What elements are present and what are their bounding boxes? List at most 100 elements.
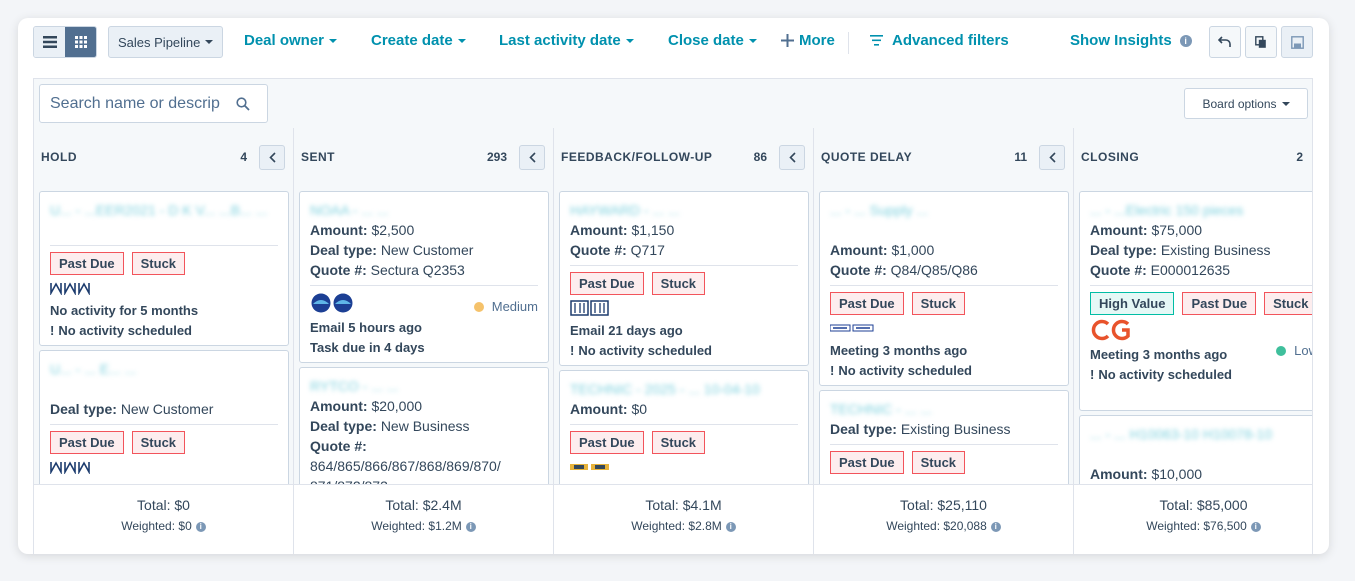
deal-type: Deal type: New Business [310,416,538,436]
quote-label: Quote #: [310,438,367,454]
tag-high-value: High Value [1090,292,1175,315]
deal-title[interactable]: TECHNIC - 2025 - ... 10-04-10 [570,379,798,399]
tag-stuck: Stuck [131,431,186,454]
info-icon[interactable]: i [1250,522,1261,532]
tag-stuck: Stuck [911,292,966,315]
filter-create-date[interactable]: Create date [371,32,466,49]
info-icon[interactable]: i [465,522,476,532]
pipeline-select[interactable]: Sales Pipeline [108,26,223,58]
undo-icon [1218,36,1231,47]
collapse-column-button[interactable] [779,145,805,170]
card-list: NOAA - ... ... Amount: $2,500 Deal type:… [299,191,549,497]
pipeline-select-label: Sales Pipeline [118,34,201,50]
amount-label: Amount: [830,242,888,258]
deal-card[interactable]: ... - ...Electric 150 pieces Amount: $75… [1079,191,1312,411]
search-input[interactable] [50,94,230,113]
column-footer: Total: $25,110 Weighted: $20,088 i [814,484,1073,554]
board-options-button[interactable]: Board options [1184,88,1308,119]
tag-list: High Value Past Due Stuck [1090,292,1312,315]
tag-stuck: Stuck [911,451,966,474]
caret-down-icon [457,38,466,43]
amount-value: $75,000 [1151,222,1203,238]
alert-icon: ! [50,323,55,338]
deal-title[interactable]: ... - ... Supply ... [830,200,1058,240]
info-icon[interactable]: i [990,522,1001,532]
search-icon[interactable] [236,96,250,111]
grid-icon [74,36,87,48]
deal-card[interactable]: RYTCO - ... ... Amount: $20,000 Deal typ… [299,367,549,497]
deal-card[interactable]: HAYWARD - ... ... Amount: $1,150 Quote #… [559,191,809,366]
board: Board options HOLD 4 U... - ...EER2021 -… [33,78,1313,554]
more-filters-button[interactable]: More [781,32,835,49]
copy-button[interactable] [1245,26,1277,58]
column-name: HOLD [41,150,77,164]
tag-stuck: Stuck [131,252,186,275]
info-icon[interactable]: i [195,522,206,532]
column-total: Total: $0 [137,497,190,513]
deal-type-label: Deal type: [1090,242,1157,258]
deal-card[interactable]: TECHNIC - 2025 - ... 10-04-10 Amount: $0… [559,370,809,490]
deal-card[interactable]: TECHNIC - ... ... Deal type: Existing Bu… [819,390,1069,490]
collapse-column-button[interactable] [259,145,285,170]
app-window: Sales Pipeline Deal owner Create date La… [18,18,1329,554]
deal-title[interactable]: U... - ...EER2021 - D K V... ...B... ... [50,200,278,240]
amount: Amount: $1,150 [570,220,798,240]
deal-title[interactable]: TECHNIC - ... ... [830,399,1058,419]
company-logo-icon [830,324,874,332]
column-name: CLOSING [1081,150,1140,164]
stage-column-feedback-follow-up: FEEDBACK/FOLLOW-UP 86 HAYWARD - ... ... … [554,128,814,554]
last-activity: Email 5 hours ago [310,320,422,335]
amount-label: Amount: [310,222,368,238]
advanced-filters-button[interactable]: Advanced filters [870,32,1009,49]
save-icon [1290,35,1304,49]
priority-label: Low [1294,343,1312,358]
divider [50,424,278,425]
deal-title[interactable]: ... - ... H10063-10 H10078-10 [1090,424,1312,464]
filter-close-date[interactable]: Close date [668,32,757,49]
deal-card[interactable]: ... - ... Supply ... Amount: $1,000 Quot… [819,191,1069,386]
company-logo-icon [50,282,90,295]
deal-title[interactable]: HAYWARD - ... ... [570,200,798,220]
deal-title[interactable]: RYTCO - ... ... [310,376,538,396]
chevron-left-icon [788,152,796,163]
company-logo [570,299,798,317]
filter-last-activity-date[interactable]: Last activity date [499,32,634,49]
tag-past-due: Past Due [50,252,124,275]
filter-deal-owner[interactable]: Deal owner [244,32,338,49]
collapse-column-button[interactable] [519,145,545,170]
list-view-button[interactable] [34,27,65,57]
plus-icon [781,34,794,47]
column-footer: Total: $4.1M Weighted: $2.8M i [554,484,813,554]
deal-card[interactable]: ... - ... H10063-10 H10078-10 Amount: $1… [1079,415,1312,495]
show-insights-button[interactable]: Show Insights i [1070,32,1192,49]
deal-card[interactable]: U... - ... E... ... Deal type: New Custo… [39,350,289,490]
deal-type-label: Deal type: [310,418,377,434]
amount-value: $2,500 [371,222,415,238]
collapse-column-button[interactable] [1039,145,1065,170]
info-icon[interactable]: i [725,522,736,532]
tag-past-due: Past Due [830,292,904,315]
deal-title[interactable]: U... - ... E... ... [50,359,278,399]
deal-card[interactable]: NOAA - ... ... Amount: $2,500 Deal type:… [299,191,549,363]
amount-value: $1,150 [631,222,675,238]
undo-button[interactable] [1209,26,1241,58]
quote-number: Quote #: Sectura Q2353 [310,260,538,280]
amount-value: $1,000 [891,242,935,258]
advanced-filters-label: Advanced filters [892,32,1009,49]
chevron-left-icon [528,152,536,163]
divider [1090,285,1312,286]
tag-list: Past Due Stuck [830,451,1058,474]
alert-icon: ! [1090,367,1095,382]
deal-card[interactable]: U... - ...EER2021 - D K V... ...B... ...… [39,191,289,346]
priority: Medium [473,299,538,314]
priority: Low [1276,343,1312,358]
stage-column-quote-delay: QUOTE DELAY 11 ... - ... Supply ... Amou… [814,128,1074,554]
deal-type-label: Deal type: [50,401,117,417]
deal-title[interactable]: NOAA - ... ... [310,200,538,220]
deal-title[interactable]: ... - ...Electric 150 pieces [1090,200,1312,220]
board-view-button[interactable] [65,27,96,57]
save-view-button[interactable] [1281,26,1313,58]
column-header: SENT 293 [294,128,553,186]
next-activity-text: No activity scheduled [58,323,192,338]
alert-icon: ! [570,343,575,358]
